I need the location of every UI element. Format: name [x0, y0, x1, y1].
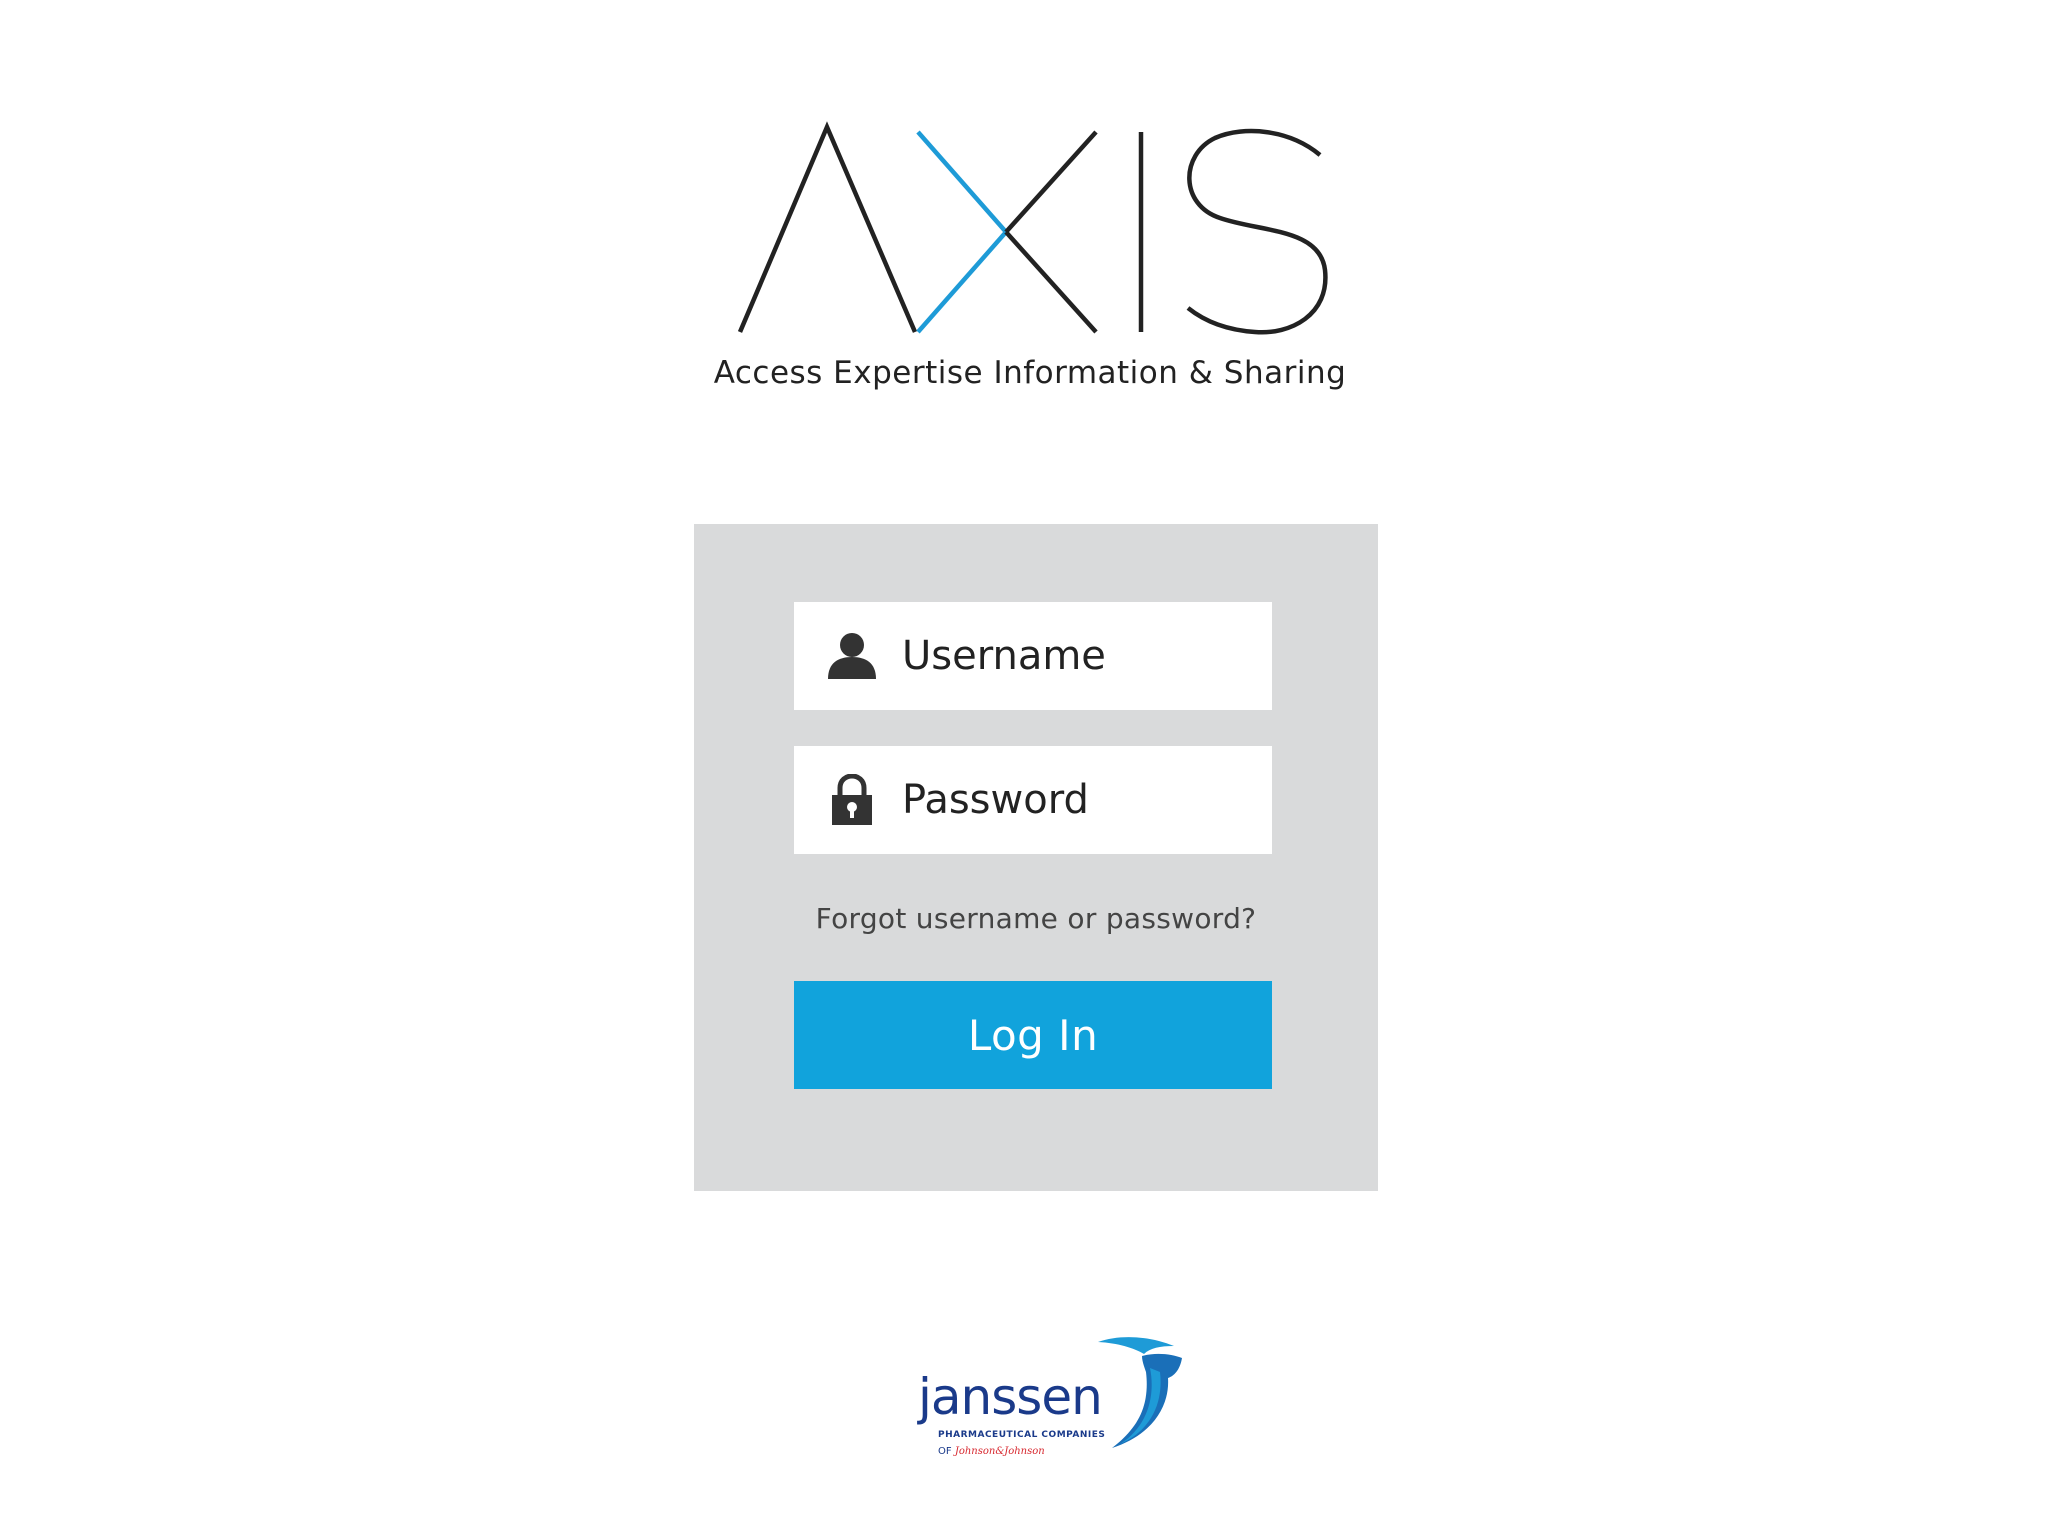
lock-icon	[822, 774, 882, 826]
brand-subtitle: PHARMACEUTICAL COMPANIES	[938, 1430, 1106, 1440]
brand-parent: OF Johnson&Johnson	[938, 1446, 1045, 1457]
brand-parent-name: Johnson&Johnson	[954, 1446, 1045, 1457]
username-field[interactable]	[794, 602, 1272, 710]
forgot-credentials-link[interactable]: Forgot username or password?	[694, 902, 1378, 935]
password-field[interactable]	[794, 746, 1272, 854]
janssen-swoosh-icon	[1098, 1337, 1182, 1448]
axis-wordmark	[737, 121, 1328, 335]
password-input[interactable]	[902, 777, 1262, 823]
login-panel: Forgot username or password? Log In	[694, 524, 1378, 1191]
user-icon	[822, 631, 882, 681]
axis-logo: Access Expertise Information & Sharing	[700, 110, 1360, 410]
janssen-logo: janssen PHARMACEUTICAL COMPANIES OF John…	[900, 1328, 1200, 1478]
login-button[interactable]: Log In	[794, 981, 1272, 1089]
brand-name: janssen	[918, 1368, 1103, 1426]
brand-of: OF	[938, 1446, 952, 1457]
login-page: Access Expertise Information & Sharing U…	[0, 0, 2048, 1536]
tagline: Access Expertise Information & Sharing	[713, 355, 1347, 391]
username-input[interactable]	[902, 633, 1262, 679]
